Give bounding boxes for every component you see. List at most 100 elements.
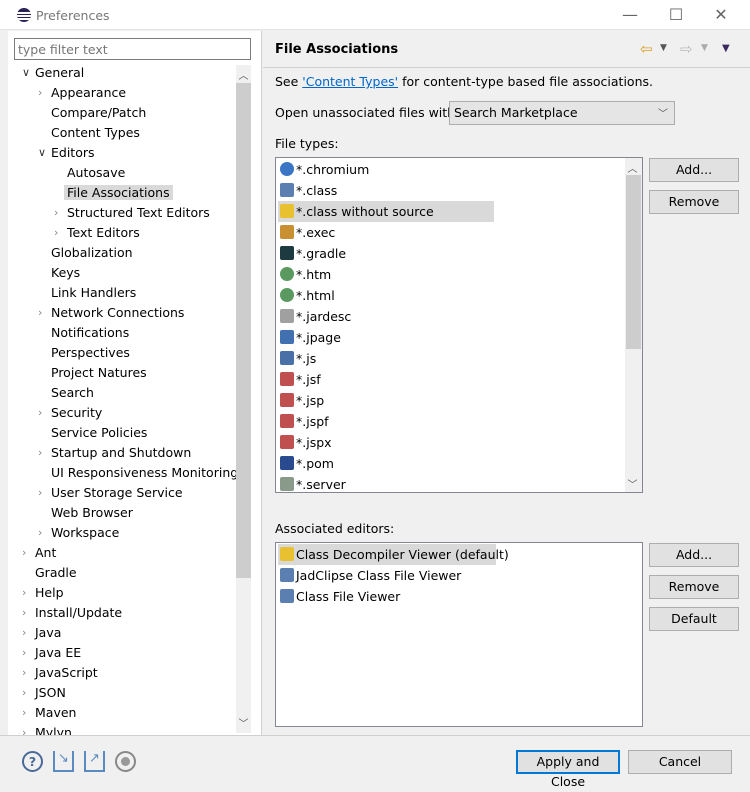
tree-item[interactable]: › Java	[22, 623, 61, 643]
list-item[interactable]: *.html	[280, 285, 335, 306]
tree-item[interactable]: › Text Editors	[54, 223, 140, 243]
tree-item[interactable]: › User Storage Service	[38, 483, 183, 503]
open-unassociated-select[interactable]: Search Marketplace ﹀	[449, 101, 675, 125]
tree-item[interactable]: ∨ Editors	[38, 143, 95, 163]
tree-item[interactable]: Notifications	[51, 323, 129, 343]
list-item[interactable]: *.js	[280, 348, 316, 369]
tree-item[interactable]: › Network Connections	[38, 303, 184, 323]
forward-menu-icon[interactable]: ▼	[701, 43, 708, 53]
chevron-right-icon[interactable]: ›	[38, 443, 48, 463]
chevron-right-icon[interactable]: ›	[22, 643, 32, 663]
list-item[interactable]: Class Decompiler Viewer (default)	[278, 544, 509, 565]
list-item[interactable]: *.jpage	[280, 327, 341, 348]
tree-item[interactable]: › JSON	[22, 683, 66, 703]
chevron-right-icon[interactable]: ›	[22, 543, 32, 563]
tree-item[interactable]: Web Browser	[51, 503, 133, 523]
import-icon[interactable]: ↘	[53, 751, 74, 772]
list-item[interactable]: *.gradle	[280, 243, 346, 264]
tree-item[interactable]: › Startup and Shutdown	[38, 443, 191, 463]
view-menu-icon[interactable]: ▼	[722, 43, 730, 54]
tree-item[interactable]: Perspectives	[51, 343, 130, 363]
tree-item[interactable]: Autosave	[67, 163, 125, 183]
scroll-up-icon[interactable]: ︿	[625, 160, 640, 175]
tree-item[interactable]: Compare/Patch	[51, 103, 146, 123]
tree-item[interactable]: UI Responsiveness Monitoring	[51, 463, 238, 483]
file-types-scrollbar[interactable]: ︿ ﹀	[625, 158, 642, 492]
tree-item[interactable]: › Help	[22, 583, 64, 603]
default-editor-button[interactable]: Default	[649, 607, 739, 631]
list-item[interactable]: Class File Viewer	[280, 586, 400, 607]
back-arrow-icon[interactable]: ⇦	[640, 40, 653, 58]
list-item[interactable]: *.jspx	[280, 432, 332, 453]
scroll-thumb[interactable]	[236, 83, 251, 578]
tree-item[interactable]: › Maven	[22, 703, 76, 723]
tree-item[interactable]: File Associations	[64, 183, 173, 203]
tree-scrollbar[interactable]: ︿ ﹀	[236, 65, 251, 733]
tree-item[interactable]: › Workspace	[38, 523, 119, 543]
file-types-list[interactable]: *.chromium *.class *.class without source *…	[275, 157, 643, 493]
scroll-down-icon[interactable]: ﹀	[236, 715, 251, 730]
chevron-right-icon[interactable]: ›	[38, 523, 48, 543]
tree-item[interactable]: Search	[51, 383, 94, 403]
record-icon[interactable]	[115, 751, 136, 772]
list-item[interactable]: *.class without source	[278, 201, 494, 222]
scroll-down-icon[interactable]: ﹀	[625, 476, 640, 491]
back-menu-icon[interactable]: ▼	[660, 43, 667, 53]
tree-item[interactable]: Gradle	[35, 563, 77, 583]
chevron-right-icon[interactable]: ›	[54, 203, 64, 223]
minimize-button[interactable]: —	[620, 5, 640, 25]
tree-item[interactable]: Service Policies	[51, 423, 147, 443]
tree-item[interactable]: › Appearance	[38, 83, 126, 103]
tree-item[interactable]: › JavaScript	[22, 663, 98, 683]
chevron-right-icon[interactable]: ›	[38, 483, 48, 503]
list-item[interactable]: *.htm	[280, 264, 331, 285]
associated-editors-list[interactable]: Class Decompiler Viewer (default) JadClip…	[275, 542, 643, 727]
filter-input[interactable]	[14, 38, 251, 60]
list-item[interactable]: *.jardesc	[280, 306, 351, 327]
add-editor-button[interactable]: Add...	[649, 543, 739, 567]
maximize-button[interactable]: ☐	[666, 5, 686, 25]
add-file-type-button[interactable]: Add...	[649, 158, 739, 182]
chevron-down-icon[interactable]: ∨	[22, 63, 32, 83]
list-item[interactable]: *.jsp	[280, 390, 324, 411]
list-item[interactable]: *.exec	[280, 222, 335, 243]
tree-item[interactable]: Globalization	[51, 243, 133, 263]
chevron-right-icon[interactable]: ›	[22, 683, 32, 703]
chevron-right-icon[interactable]: ›	[22, 703, 32, 723]
close-button[interactable]: ✕	[711, 5, 731, 25]
list-item[interactable]: *.jspf	[280, 411, 329, 432]
chevron-right-icon[interactable]: ›	[22, 623, 32, 643]
tree-item[interactable]: Keys	[51, 263, 80, 283]
tree-item[interactable]: Link Handlers	[51, 283, 136, 303]
tree-item[interactable]: › Structured Text Editors	[54, 203, 210, 223]
tree-item[interactable]: Content Types	[51, 123, 140, 143]
tree-item[interactable]: ∨ General	[22, 63, 84, 83]
list-item[interactable]: *.pom	[280, 453, 334, 474]
tree-item[interactable]: › Java EE	[22, 643, 81, 663]
scroll-thumb[interactable]	[626, 175, 641, 349]
list-item[interactable]: *.server	[280, 474, 346, 492]
help-icon[interactable]: ?	[22, 751, 43, 772]
tree-item[interactable]: › Security	[38, 403, 102, 423]
apply-and-close-button[interactable]: Apply and Close	[516, 750, 620, 789]
cancel-button[interactable]: Cancel	[628, 750, 732, 774]
chevron-down-icon[interactable]: ∨	[38, 143, 48, 163]
tree-item[interactable]: › Install/Update	[22, 603, 122, 623]
chevron-right-icon[interactable]: ›	[22, 663, 32, 683]
tree-item[interactable]: Project Natures	[51, 363, 147, 383]
chevron-right-icon[interactable]: ›	[38, 83, 48, 103]
content-types-link[interactable]: 'Content Types'	[302, 74, 398, 89]
list-item[interactable]: *.jsf	[280, 369, 321, 390]
chevron-right-icon[interactable]: ›	[54, 223, 64, 243]
chevron-right-icon[interactable]: ›	[22, 583, 32, 603]
export-icon[interactable]: ↗	[84, 751, 105, 772]
list-item[interactable]: *.class	[280, 180, 337, 201]
chevron-right-icon[interactable]: ›	[22, 603, 32, 623]
chevron-right-icon[interactable]: ›	[38, 303, 48, 323]
chevron-right-icon[interactable]: ›	[38, 403, 48, 423]
list-item[interactable]: JadClipse Class File Viewer	[280, 565, 461, 586]
scroll-up-icon[interactable]: ︿	[236, 67, 251, 82]
forward-arrow-icon[interactable]: ⇨	[680, 40, 693, 58]
tree-item[interactable]: › Ant	[22, 543, 56, 563]
list-item[interactable]: *.chromium	[280, 159, 369, 180]
